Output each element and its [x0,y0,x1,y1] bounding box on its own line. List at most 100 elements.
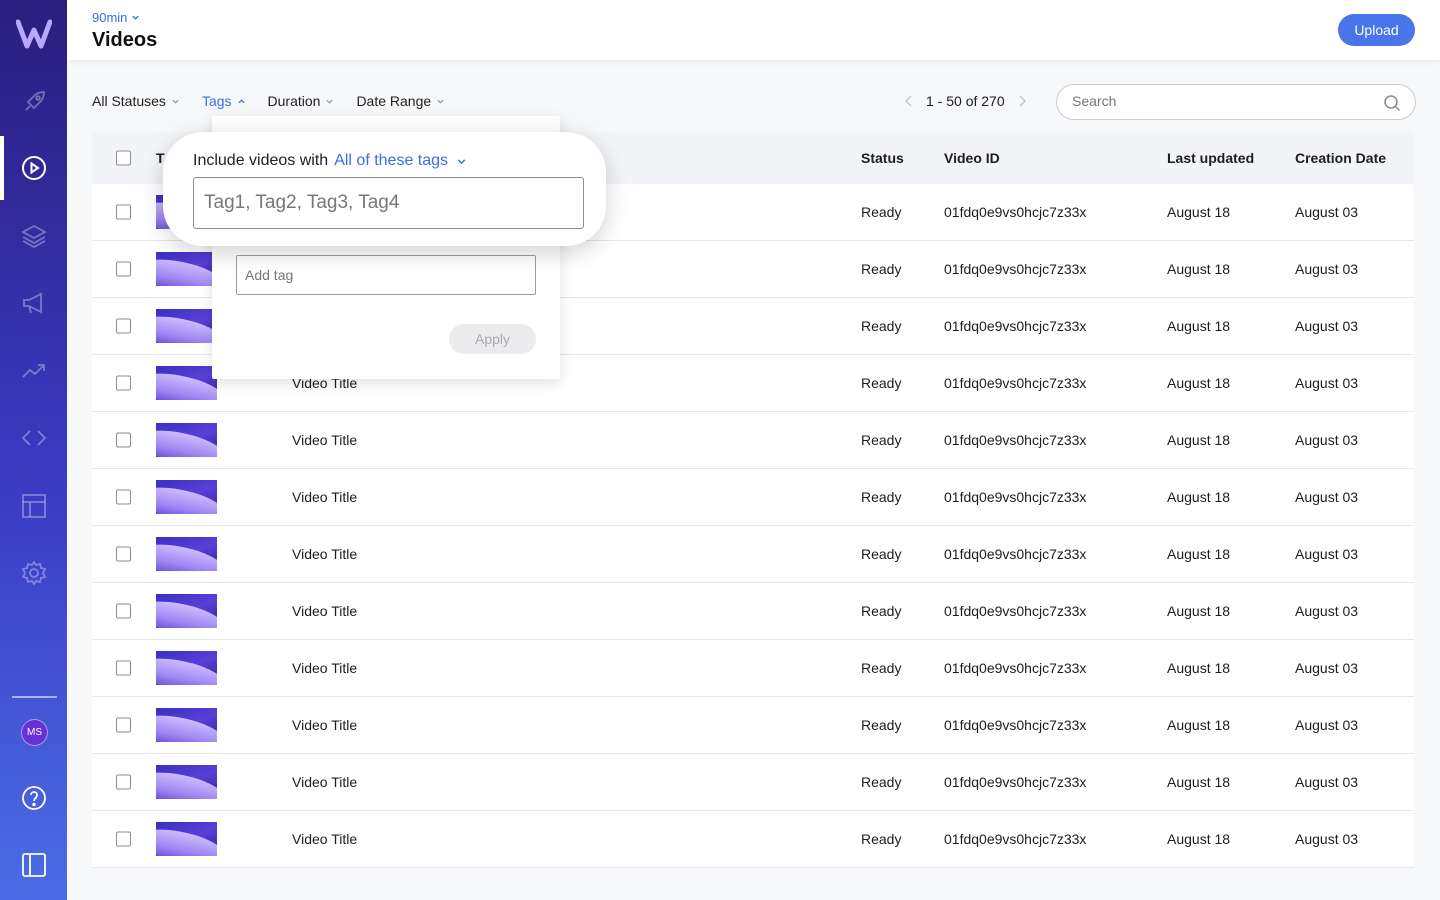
video-thumbnail[interactable] [156,423,217,457]
help-icon [21,786,46,810]
search-box [1056,84,1416,120]
video-thumbnail[interactable] [156,252,217,286]
video-thumbnail[interactable] [156,537,217,571]
video-title[interactable]: Video Title [292,489,357,505]
status-text: Ready [861,717,902,733]
row-checkbox[interactable] [116,204,131,220]
row-checkbox[interactable] [116,660,131,676]
filter-date-range[interactable]: Date Range [356,93,445,109]
status-text: Ready [861,603,902,619]
gear-icon [21,560,46,586]
creation-date: August 03 [1295,774,1359,790]
pagination-label: 1 - 50 of 270 [926,93,1005,109]
sidebar: MS [0,0,67,900]
table-row[interactable]: Video Title Ready 01fdq0e9vs0hcjc7z33x Augu… [92,412,1414,469]
last-updated: August 18 [1167,603,1231,619]
status-text: Ready [861,375,902,391]
nav-rocket[interactable] [0,70,67,134]
nav-code[interactable] [0,406,67,470]
video-thumbnail[interactable] [156,651,217,685]
row-checkbox[interactable] [116,603,131,619]
video-title[interactable]: Video Title [292,546,357,562]
nav-videos[interactable] [0,136,67,200]
nav-analytics[interactable] [0,339,67,403]
code-icon [21,430,46,446]
nav-panel-toggle[interactable] [0,833,67,897]
project-selector[interactable]: 90min [92,10,140,25]
nav-settings[interactable] [0,541,67,605]
upload-button[interactable]: Upload [1338,14,1415,46]
column-status[interactable]: Status [861,150,904,166]
filter-duration[interactable]: Duration [268,93,335,109]
video-thumbnail[interactable] [156,708,217,742]
select-all-checkbox[interactable] [116,150,131,166]
video-title[interactable]: Video Title [292,603,357,619]
last-updated: August 18 [1167,261,1231,277]
search-icon[interactable] [1383,94,1401,112]
table-row[interactable]: Video Title Ready 01fdq0e9vs0hcjc7z33x Augu… [92,583,1414,640]
video-thumbnail[interactable] [156,822,217,856]
status-text: Ready [861,318,902,334]
row-checkbox[interactable] [116,489,131,505]
match-mode-value: All of these tags [334,152,449,169]
nav-megaphone[interactable] [0,271,67,335]
last-updated: August 18 [1167,546,1231,562]
chevron-down-icon [172,99,179,104]
video-id: 01fdq0e9vs0hcjc7z33x [944,660,1087,676]
match-mode-select[interactable]: All of these tags [334,152,467,170]
column-creation-date[interactable]: Creation Date [1295,150,1386,166]
nav-help[interactable] [0,766,67,830]
avatar[interactable]: MS [21,719,48,746]
row-checkbox[interactable] [116,432,131,448]
column-last-updated[interactable]: Last updated [1167,150,1254,166]
status-text: Ready [861,831,902,847]
creation-date: August 03 [1295,717,1359,733]
row-checkbox[interactable] [116,318,131,334]
table-row[interactable]: Video Title Ready 01fdq0e9vs0hcjc7z33x Augu… [92,469,1414,526]
status-text: Ready [861,204,902,220]
chevron-up-icon [237,98,245,103]
nav-layers[interactable] [0,204,67,268]
row-checkbox[interactable] [116,546,131,562]
video-title[interactable]: Video Title [292,432,357,448]
nav-layout[interactable] [0,474,67,538]
chevron-right-icon[interactable] [1017,94,1027,108]
last-updated: August 18 [1167,318,1231,334]
video-thumbnail[interactable] [156,480,217,514]
video-thumbnail[interactable] [156,765,217,799]
include-label-row: Include videos with All of these tags [193,152,467,170]
row-checkbox[interactable] [116,774,131,790]
row-checkbox[interactable] [116,831,131,847]
table-row[interactable]: Video Title Ready 01fdq0e9vs0hcjc7z33x Augu… [92,640,1414,697]
chevron-left-icon[interactable] [904,94,914,108]
table-row[interactable]: Video Title Ready 01fdq0e9vs0hcjc7z33x Augu… [92,811,1414,868]
filter-all-statuses[interactable]: All Statuses [92,93,180,109]
row-checkbox[interactable] [116,261,131,277]
video-title[interactable]: Video Title [292,660,357,676]
project-name: 90min [92,10,128,25]
video-thumbnail[interactable] [156,594,217,628]
status-text: Ready [861,774,902,790]
filter-label: Duration [267,93,321,109]
video-title[interactable]: Video Title [292,831,357,847]
video-title[interactable]: Video Title [292,774,357,790]
row-checkbox[interactable] [116,717,131,733]
video-thumbnail[interactable] [156,366,217,400]
tags-input[interactable] [193,177,584,229]
table-row[interactable]: Video Title Ready 01fdq0e9vs0hcjc7z33x Augu… [92,697,1414,754]
video-id: 01fdq0e9vs0hcjc7z33x [944,375,1087,391]
add-tag-input[interactable] [236,255,536,295]
last-updated: August 18 [1167,774,1231,790]
video-title[interactable]: Video Title [292,717,357,733]
video-id: 01fdq0e9vs0hcjc7z33x [944,831,1087,847]
filter-tags[interactable]: Tags [202,93,246,109]
video-thumbnail[interactable] [156,309,217,343]
status-text: Ready [861,546,902,562]
row-checkbox[interactable] [116,375,131,391]
table-row[interactable]: Video Title Ready 01fdq0e9vs0hcjc7z33x Augu… [92,526,1414,583]
search-input[interactable] [1072,93,1372,109]
apply-button[interactable]: Apply [449,324,536,354]
logo-icon[interactable] [16,18,52,50]
table-row[interactable]: Video Title Ready 01fdq0e9vs0hcjc7z33x Augu… [92,754,1414,811]
column-video-id[interactable]: Video ID [944,150,1000,166]
